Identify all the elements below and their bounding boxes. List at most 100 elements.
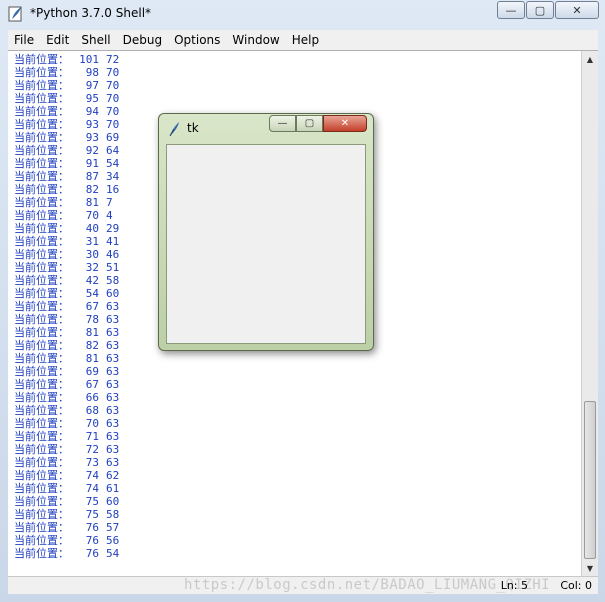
title-bar[interactable]: *Python 3.7.0 Shell* — ▢ ✕: [0, 0, 605, 28]
output-label: 当前位置：: [14, 274, 69, 287]
maximize-button[interactable]: ▢: [526, 1, 554, 19]
menu-file[interactable]: File: [8, 33, 40, 47]
output-label: 当前位置：: [14, 430, 69, 443]
scroll-up-arrow-icon[interactable]: ▲: [582, 51, 598, 68]
output-line: 当前位置： 78 63: [14, 313, 119, 326]
output-line: 当前位置： 93 70: [14, 118, 119, 131]
output-y: 63: [106, 378, 120, 391]
output-x: 69: [85, 365, 99, 378]
output-x: 70: [85, 209, 99, 222]
output-y: 16: [106, 183, 120, 196]
output-line: 当前位置： 72 63: [14, 443, 119, 456]
output-line: 当前位置： 76 57: [14, 521, 119, 534]
output-x: 73: [85, 456, 99, 469]
output-line: 当前位置： 74 62: [14, 469, 119, 482]
output-label: 当前位置：: [14, 92, 69, 105]
scroll-down-arrow-icon[interactable]: ▼: [582, 560, 598, 577]
tk-maximize-button[interactable]: ▢: [296, 115, 323, 132]
output-y: 63: [106, 352, 120, 365]
output-x: 68: [85, 404, 99, 417]
output-label: 当前位置：: [14, 417, 69, 430]
output-x: 98: [85, 66, 99, 79]
output-line: 当前位置： 74 61: [14, 482, 119, 495]
output-label: 当前位置：: [14, 534, 69, 547]
output-x: 75: [85, 508, 99, 521]
output-x: 71: [85, 430, 99, 443]
output-line: 当前位置： 81 7: [14, 196, 119, 209]
output-line: 当前位置： 67 63: [14, 300, 119, 313]
minimize-button[interactable]: —: [497, 1, 525, 19]
output-label: 当前位置：: [14, 365, 69, 378]
menu-help[interactable]: Help: [286, 33, 325, 47]
output-y: 63: [106, 339, 120, 352]
menu-debug[interactable]: Debug: [117, 33, 168, 47]
output-line: 当前位置： 87 34: [14, 170, 119, 183]
output-y: 60: [106, 287, 120, 300]
menu-window[interactable]: Window: [226, 33, 285, 47]
output-x: 81: [85, 326, 99, 339]
output-x: 66: [85, 391, 99, 404]
output-label: 当前位置：: [14, 391, 69, 404]
close-icon: ✕: [340, 118, 350, 129]
output-x: 70: [85, 417, 99, 430]
watermark-text: https://blog.csdn.net/BADAO_LIUMANG_QIZH…: [184, 577, 551, 593]
output-y: 63: [106, 391, 120, 404]
output-y: 56: [106, 534, 120, 547]
output-x: 67: [85, 378, 99, 391]
menu-options[interactable]: Options: [168, 33, 226, 47]
output-lines: 当前位置： 101 72 当前位置： 98 70 当前位置： 97 70 当前位置： 95 70 当前位…: [14, 53, 119, 560]
output-y: 51: [106, 261, 120, 274]
status-line: Ln: 5: [500, 579, 528, 592]
output-x: 42: [85, 274, 99, 287]
tk-close-button[interactable]: ✕: [323, 115, 367, 132]
output-y: 72: [106, 53, 120, 66]
output-line: 当前位置： 76 56: [14, 534, 119, 547]
output-label: 当前位置：: [14, 118, 69, 131]
status-column: Col: 0: [560, 579, 592, 592]
close-icon: ✕: [572, 3, 582, 17]
output-x: 76: [85, 521, 99, 534]
vertical-scrollbar[interactable]: ▲ ▼: [581, 51, 598, 577]
close-button[interactable]: ✕: [555, 1, 599, 19]
output-y: 70: [106, 92, 120, 105]
output-x: 97: [85, 79, 99, 92]
output-y: 64: [106, 144, 120, 157]
output-y: 63: [106, 417, 120, 430]
output-label: 当前位置：: [14, 53, 69, 66]
maximize-icon: ▢: [534, 3, 546, 17]
scrollbar-thumb[interactable]: [584, 401, 596, 559]
output-y: 29: [106, 222, 120, 235]
output-line: 当前位置： 93 69: [14, 131, 119, 144]
output-y: 63: [106, 404, 120, 417]
tk-window[interactable]: tk — ▢ ✕: [158, 113, 374, 351]
menu-edit[interactable]: Edit: [40, 33, 75, 47]
output-label: 当前位置：: [14, 287, 69, 300]
output-label: 当前位置：: [14, 521, 69, 534]
tk-client-area[interactable]: [166, 144, 366, 344]
output-y: 70: [106, 79, 120, 92]
output-y: 61: [106, 482, 120, 495]
output-x: 76: [85, 547, 99, 560]
output-line: 当前位置： 98 70: [14, 66, 119, 79]
menu-shell[interactable]: Shell: [75, 33, 116, 47]
output-y: 69: [106, 131, 120, 144]
output-label: 当前位置：: [14, 66, 69, 79]
output-label: 当前位置：: [14, 495, 69, 508]
output-x: 87: [85, 170, 99, 183]
output-line: 当前位置： 32 51: [14, 261, 119, 274]
output-label: 当前位置：: [14, 339, 69, 352]
output-x: 54: [85, 287, 99, 300]
output-x: 91: [85, 157, 99, 170]
output-label: 当前位置：: [14, 300, 69, 313]
output-line: 当前位置： 66 63: [14, 391, 119, 404]
tk-minimize-button[interactable]: —: [269, 115, 296, 132]
output-line: 当前位置： 75 60: [14, 495, 119, 508]
output-label: 当前位置：: [14, 105, 69, 118]
output-y: 63: [106, 300, 120, 313]
output-x: 32: [85, 261, 99, 274]
output-y: 70: [106, 118, 120, 131]
output-x: 78: [85, 313, 99, 326]
output-y: 63: [106, 443, 120, 456]
output-line: 当前位置： 73 63: [14, 456, 119, 469]
output-line: 当前位置： 68 63: [14, 404, 119, 417]
